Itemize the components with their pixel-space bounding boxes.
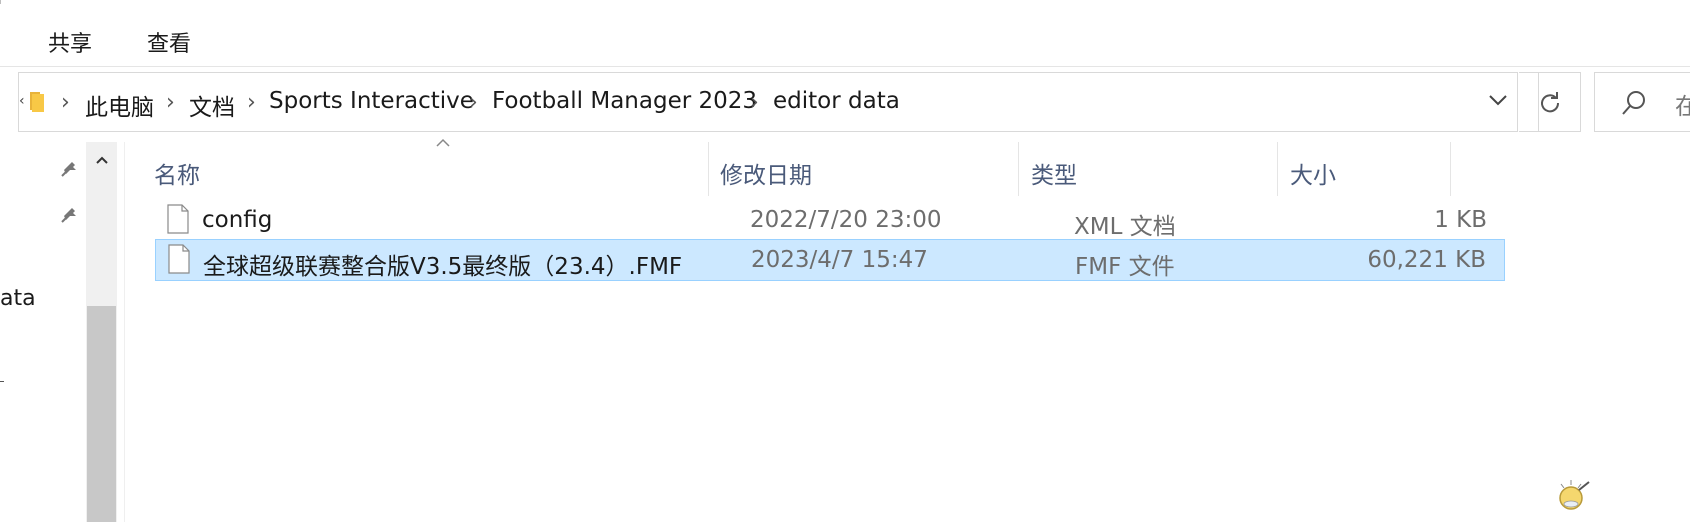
column-divider[interactable] xyxy=(1018,142,1019,196)
file-icon xyxy=(168,244,190,274)
refresh-button[interactable] xyxy=(1519,72,1581,132)
file-date-modified: 2023/4/7 15:47 xyxy=(751,247,928,273)
search-box[interactable]: 在 xyxy=(1594,72,1690,132)
ribbon: 共享 查看 xyxy=(0,0,1690,67)
column-header-type[interactable]: 类型 xyxy=(1031,156,1077,190)
file-row[interactable]: config 2022/7/20 23:00 XML 文档 1 KB xyxy=(155,200,1505,242)
chevron-right-icon[interactable]: › xyxy=(469,90,478,115)
chevron-left-icon[interactable]: ‹ xyxy=(19,94,27,108)
chevron-up-icon xyxy=(95,156,108,164)
loading-cursor-icon xyxy=(1559,480,1590,510)
file-type: XML 文档 xyxy=(1074,214,1176,240)
pin-icon[interactable] xyxy=(58,202,80,224)
file-date-modified: 2022/7/20 23:00 xyxy=(750,207,942,233)
chevron-right-icon[interactable]: › xyxy=(750,90,759,115)
search-input[interactable]: 在 xyxy=(1675,87,1690,121)
file-explorer-window: 共享 查看 ‹ › 此电脑 › 文档 › Sports Interactive … xyxy=(0,0,1690,522)
file-name: 全球超级联赛整合版V3.5最终版（23.4）.FMF xyxy=(203,254,683,280)
breadcrumb-sports-interactive[interactable]: Sports Interactive xyxy=(269,88,474,114)
nav-item-editor-data[interactable]: ata xyxy=(0,286,36,311)
column-header-size[interactable]: 大小 xyxy=(1290,156,1336,190)
column-divider[interactable] xyxy=(1277,142,1278,196)
divider xyxy=(124,142,125,522)
nav-item-marker xyxy=(0,381,4,382)
pin-icon[interactable] xyxy=(58,156,80,178)
ribbon-top-border xyxy=(0,0,1,4)
file-size: 60,221 KB xyxy=(1367,247,1486,273)
chevron-right-icon[interactable]: › xyxy=(166,90,175,115)
breadcrumb-football-manager-2023[interactable]: Football Manager 2023 xyxy=(492,88,757,114)
tab-share[interactable]: 共享 xyxy=(44,26,96,58)
column-divider[interactable] xyxy=(708,142,709,196)
column-divider[interactable] xyxy=(1450,142,1451,196)
breadcrumb-this-pc[interactable]: 此电脑 xyxy=(85,88,154,122)
address-bar[interactable]: ‹ › 此电脑 › 文档 › Sports Interactive › Foot… xyxy=(18,72,1539,132)
file-size: 1 KB xyxy=(1434,207,1487,233)
chevron-right-icon[interactable]: › xyxy=(247,90,256,115)
chevron-right-icon[interactable]: › xyxy=(61,90,70,115)
file-row-selected[interactable]: 全球超级联赛整合版V3.5最终版（23.4）.FMF 2023/4/7 15:4… xyxy=(155,239,1505,281)
search-icon xyxy=(1622,91,1645,115)
breadcrumb-editor-data[interactable]: editor data xyxy=(773,88,900,114)
tab-view[interactable]: 查看 xyxy=(143,26,195,58)
scroll-thumb[interactable] xyxy=(87,306,116,522)
file-name: config xyxy=(202,207,273,233)
breadcrumb-documents[interactable]: 文档 xyxy=(189,88,235,122)
address-history-dropdown[interactable] xyxy=(1485,87,1511,113)
column-header-date-modified[interactable]: 修改日期 xyxy=(720,156,812,190)
sort-ascending-icon xyxy=(436,138,450,147)
refresh-icon xyxy=(1540,92,1559,113)
file-icon xyxy=(167,204,189,234)
chevron-down-icon xyxy=(1489,95,1507,106)
column-header-name[interactable]: 名称 xyxy=(154,156,200,190)
scroll-up-button[interactable] xyxy=(86,142,117,178)
folder-icon xyxy=(30,92,44,112)
file-type: FMF 文件 xyxy=(1075,254,1175,280)
